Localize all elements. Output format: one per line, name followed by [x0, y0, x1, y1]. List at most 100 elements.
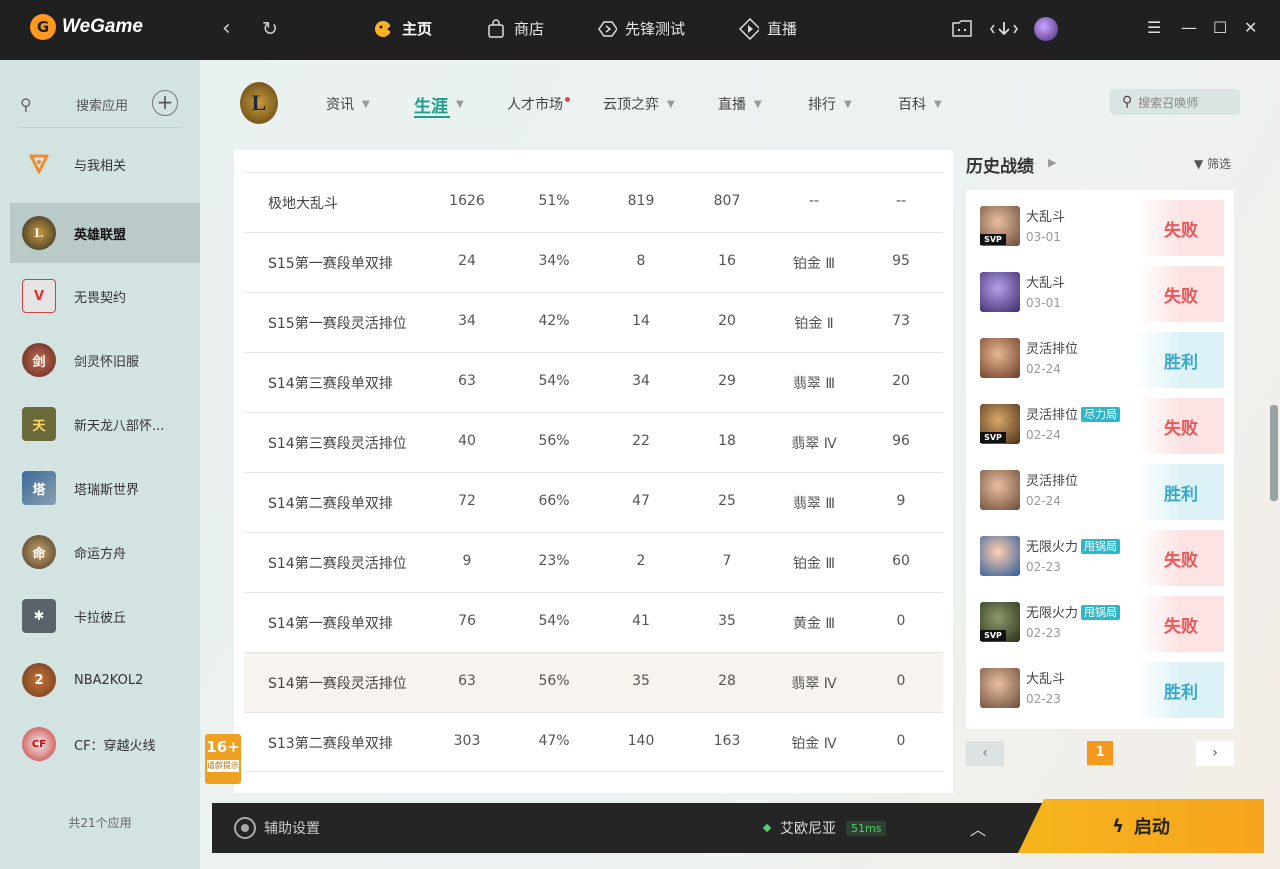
tab-wiki[interactable]: 百科 ▼: [898, 94, 942, 114]
table-row[interactable]: 极地大乱斗 1626 51% 819 807 -- --: [244, 172, 943, 232]
table-row[interactable]: S15第一赛段单双排 24 34% 8 16 铂金 Ⅲ 95: [244, 232, 943, 292]
table-row[interactable]: S13第二赛段单双排 303 47% 140 163 铂金 Ⅳ0: [244, 712, 943, 772]
server-selector[interactable]: 艾欧尼亚 51ms: [762, 818, 887, 838]
lightning-icon: ϟ: [1112, 815, 1124, 837]
table-row[interactable]: S14第三赛段灵活排位 40 56% 22 18 翡翠 Ⅳ 96: [244, 412, 943, 472]
next-page-button[interactable]: ›: [1196, 741, 1234, 766]
tab-live[interactable]: 直播 ▼: [718, 94, 762, 114]
match-date: 02-23: [1026, 626, 1061, 640]
match-date: 02-24: [1026, 494, 1061, 508]
prev-page-button[interactable]: ‹: [966, 741, 1004, 766]
chevron-down-icon: ▼: [362, 98, 370, 110]
top-bar: G WeGame ‹ ↻ 主页 商店 先锋测试 直播 ☰ — ☐ ✕: [0, 0, 1280, 60]
sidebar-item-strinova[interactable]: ✱ 卡拉彼丘: [10, 586, 200, 646]
champion-avatar: [980, 272, 1020, 312]
table-row[interactable]: S14第一赛段单双排 76 54% 41 35 黄金 Ⅲ0: [244, 592, 943, 652]
sidebar-item-valorant[interactable]: V 无畏契约: [10, 266, 200, 326]
app-search-label: 搜索应用: [76, 98, 129, 114]
career-table: 极地大乱斗 1626 51% 819 807 -- -- S15第一赛段单双排 24 34% 8 1…: [234, 150, 953, 793]
sidebar-item-nba2kol2[interactable]: 2 NBA2KOL2: [10, 650, 200, 710]
chevron-up-icon[interactable]: ︿: [970, 816, 986, 840]
lol-app-icon: L: [22, 216, 56, 250]
match-result: 失败: [1138, 530, 1224, 586]
tab-ranking[interactable]: 排行 ▼: [808, 94, 852, 114]
match-item[interactable]: 无限火力 甩锅局 02-23 失败: [980, 530, 1224, 586]
topnav-live[interactable]: 直播: [739, 17, 797, 40]
table-row[interactable]: S15第一赛段灵活排位 34 42% 14 20 铂金 Ⅱ 73: [244, 292, 943, 352]
match-item[interactable]: SVP 无限火力 甩锅局 02-23 失败: [980, 596, 1224, 652]
tab-news[interactable]: 资讯 ▼: [326, 94, 370, 114]
settings-hex-icon: [234, 817, 256, 839]
match-date: 02-24: [1026, 362, 1061, 376]
wegame-logo[interactable]: G WeGame: [30, 14, 143, 40]
match-result: 胜利: [1138, 464, 1224, 520]
sidebar-item-crossfire[interactable]: CF CF：穿越火线: [10, 714, 200, 774]
match-date: 02-23: [1026, 560, 1061, 574]
match-mode: 灵活排位: [1026, 408, 1079, 423]
match-result: 失败: [1138, 596, 1224, 652]
match-item[interactable]: 大乱斗 03-01 失败: [980, 266, 1224, 322]
back-icon[interactable]: ‹: [222, 17, 231, 41]
app-search[interactable]: ⚲ 搜索应用 +: [20, 90, 190, 118]
scrollbar-thumb[interactable]: [1270, 405, 1278, 501]
sidebar-item-taris[interactable]: 塔 塔瑞斯世界: [10, 458, 200, 518]
tab-talent-market[interactable]: 人才市场: [507, 94, 570, 114]
download-icon[interactable]: [990, 19, 1018, 44]
shop-bag-icon: [486, 18, 506, 39]
close-icon[interactable]: ✕: [1244, 18, 1257, 37]
match-item[interactable]: SVP 灵活排位 尽力局 02-24 失败: [980, 398, 1224, 454]
svp-badge: SVP: [980, 432, 1006, 443]
nba2kol2-app-icon: 2: [22, 663, 56, 697]
table-row[interactable]: S14第二赛段单双排 72 66% 47 25 翡翠 Ⅲ9: [244, 472, 943, 532]
sidebar-item-blade-soul[interactable]: 剑 剑灵怀旧服: [10, 330, 200, 390]
table-row[interactable]: S14第三赛段单双排 63 54% 34 29 翡翠 Ⅲ 20: [244, 352, 943, 412]
match-result: 失败: [1138, 200, 1224, 256]
sidebar-item-league-of-legends[interactable]: L 英雄联盟: [10, 203, 200, 263]
topnav-home[interactable]: 主页: [374, 18, 432, 39]
match-item[interactable]: 大乱斗 02-23 胜利: [980, 662, 1224, 718]
refresh-icon[interactable]: ↻: [262, 17, 278, 41]
sidebar-item-tianlong[interactable]: 天 新天龙八部怀...: [10, 394, 200, 454]
tianlong-app-icon: 天: [22, 407, 56, 441]
minimize-icon[interactable]: —: [1181, 18, 1197, 37]
table-row[interactable]: S14第二赛段灵活排位 9 23% 2 7 铂金 Ⅲ 60: [244, 532, 943, 592]
app-name: WeGame: [62, 16, 143, 37]
tab-career[interactable]: 生涯 ▼: [414, 92, 464, 118]
filter-button[interactable]: ▼ 筛选: [1194, 155, 1231, 172]
match-tag: 尽力局: [1081, 407, 1121, 422]
user-avatar[interactable]: [1034, 17, 1058, 41]
server-status-icon: [762, 823, 772, 833]
summoner-search-input[interactable]: ⚲ 搜索召唤师: [1110, 89, 1240, 115]
filter-icon: ▼: [1194, 157, 1204, 171]
sidebar-item-related[interactable]: 与我相关: [10, 134, 200, 194]
match-result: 胜利: [1138, 332, 1224, 388]
message-box-icon[interactable]: [951, 19, 973, 44]
current-page[interactable]: 1: [1087, 741, 1113, 765]
valorant-app-icon: V: [22, 279, 56, 313]
chevron-down-icon: ▼: [667, 98, 675, 110]
home-face-icon: [374, 19, 394, 39]
maximize-icon[interactable]: ☐: [1213, 18, 1227, 37]
launch-button[interactable]: ϟ 启动: [1018, 799, 1264, 853]
match-mode: 大乱斗: [1026, 672, 1066, 687]
add-app-button[interactable]: +: [152, 90, 178, 116]
match-result: 失败: [1138, 398, 1224, 454]
topnav-shop[interactable]: 商店: [486, 18, 544, 39]
match-item[interactable]: 灵活排位 02-24 胜利: [980, 464, 1224, 520]
match-result: 失败: [1138, 266, 1224, 322]
menu-icon[interactable]: ☰: [1147, 18, 1161, 37]
lost-ark-app-icon: 命: [22, 535, 56, 569]
assist-settings-button[interactable]: 辅助设置: [234, 817, 320, 839]
chevron-right-icon[interactable]: ▶: [1048, 156, 1056, 169]
chevron-down-icon: ▼: [844, 98, 852, 110]
topnav-pioneer-test[interactable]: 先锋测试: [597, 18, 685, 39]
match-item[interactable]: SVP 大乱斗 03-01 失败: [980, 200, 1224, 256]
sidebar-item-lost-ark[interactable]: 命 命运方舟: [10, 522, 200, 582]
table-row[interactable]: S14第一赛段灵活排位 63 56% 35 28 翡翠 Ⅳ0: [244, 652, 943, 712]
match-item[interactable]: 灵活排位 02-24 胜利: [980, 332, 1224, 388]
tab-tft[interactable]: 云顶之弈 ▼: [603, 94, 675, 114]
champion-avatar: [980, 470, 1020, 510]
lol-logo-icon: L: [240, 82, 278, 124]
history-title[interactable]: 历史战绩: [966, 152, 1034, 177]
match-history-list: SVP 大乱斗 03-01 失败 大乱斗 03-01 失败 灵活排位 02-24…: [966, 190, 1234, 729]
